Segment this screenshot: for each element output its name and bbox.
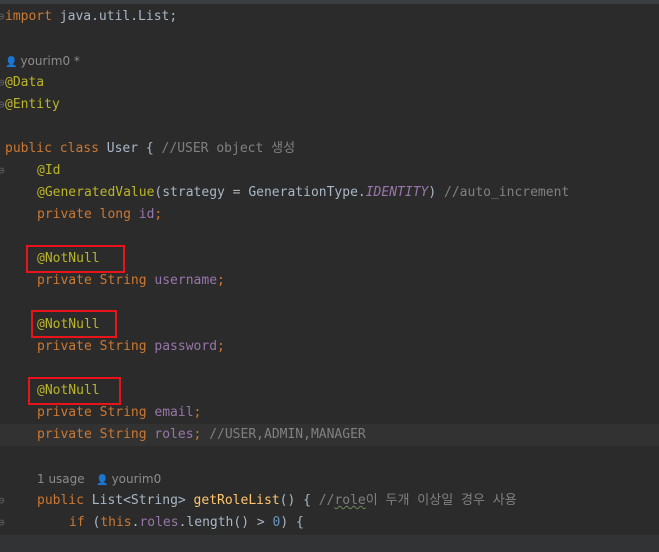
class-name: User {	[98, 141, 162, 156]
highlight-box	[26, 245, 125, 273]
field-name: id	[138, 207, 155, 222]
method-name: getRoleList	[193, 493, 280, 508]
annotation: @Id	[37, 163, 61, 178]
field-name: username	[154, 273, 218, 288]
keyword: this	[100, 515, 132, 530]
comment: //auto_increment	[444, 185, 570, 200]
code-line-entity-annotation[interactable]: ⊖ @Entity	[0, 94, 659, 116]
fold-icon[interactable]: ⊖	[0, 490, 5, 512]
author-inlay-hint[interactable]: 👤 yourim0 *	[0, 50, 659, 72]
comment-prefix: //	[318, 493, 335, 508]
semicolon: ;	[193, 405, 202, 420]
comment: 이 두개 이상일 경우 사용	[365, 493, 517, 508]
code-line-data-annotation[interactable]: ⊖ @Data	[0, 72, 659, 94]
code-line-field-password[interactable]: private String password;	[0, 336, 659, 358]
annotation-args: (strategy = GenerationType.	[154, 185, 366, 200]
comment: //USER object 생성	[161, 141, 296, 156]
comment-typo-word: role	[334, 493, 366, 508]
code-line-method-declaration[interactable]: ⊖ public List<String> getRoleList() { //…	[0, 490, 659, 512]
paren-close: ) {	[280, 515, 304, 530]
annotation: @Entity	[5, 97, 60, 112]
keyword: private long	[37, 207, 139, 222]
person-icon: 👤	[96, 475, 109, 486]
fold-icon[interactable]: ⊖	[0, 160, 5, 182]
field-name: email	[154, 405, 194, 420]
code-line-id-annotation[interactable]: ⊖ @Id	[0, 160, 659, 182]
author-label: yourim0 *	[20, 54, 80, 68]
editor-bottom-edge	[0, 535, 659, 552]
highlight-box	[31, 310, 117, 338]
fold-icon[interactable]: ⊖	[0, 512, 5, 534]
fold-icon[interactable]: ⊖	[0, 94, 5, 116]
code-line-field-roles[interactable]: private String roles; //USER,ADMIN,MANAG…	[0, 424, 659, 446]
fold-icon[interactable]: ⊖	[0, 6, 5, 28]
keyword: public	[37, 493, 92, 508]
keyword: private String	[37, 273, 155, 288]
annotation: @GeneratedValue	[37, 185, 155, 200]
code-editor[interactable]: ⊖ import java.util.List; 👤 yourim0 * ⊖ @D…	[0, 0, 659, 552]
comment: //USER,ADMIN,MANAGER	[209, 427, 366, 442]
code-line-field-username[interactable]: private String username;	[0, 270, 659, 292]
semicolon: ;	[193, 427, 202, 442]
semicolon: ;	[217, 273, 225, 288]
annotation: @Data	[5, 75, 45, 90]
code-line-class-declaration[interactable]: public class User { //USER object 생성	[0, 138, 659, 160]
return-type: List<String>	[91, 493, 194, 508]
editor-tab-strip-edge	[0, 0, 659, 4]
highlight-box	[28, 377, 121, 405]
usage-count[interactable]: 1 usage	[37, 472, 85, 486]
keyword: private String	[37, 405, 155, 420]
enum-constant: IDENTITY	[365, 185, 429, 200]
semicolon: ;	[154, 207, 163, 222]
code-line-field-email[interactable]: private String email;	[0, 402, 659, 424]
code-line-import[interactable]: ⊖ import java.util.List;	[0, 6, 659, 28]
code-line-field-id[interactable]: private long id;	[0, 204, 659, 226]
author-label[interactable]: yourim0	[112, 472, 162, 486]
semicolon: ;	[217, 339, 225, 354]
keyword: private String	[37, 339, 155, 354]
usage-inlay-hint[interactable]: 1 usage 👤 yourim0	[0, 468, 659, 490]
keyword: public class	[5, 141, 99, 156]
field-name: password	[154, 339, 218, 354]
length-call: .length() >	[178, 515, 273, 530]
annotation-args-close: )	[428, 185, 445, 200]
method-signature: () {	[279, 493, 319, 508]
person-icon: 👤	[5, 57, 18, 68]
keyword: import	[5, 9, 52, 24]
keyword: private String	[37, 427, 155, 442]
field-name: roles	[154, 427, 194, 442]
keyword: if	[69, 515, 93, 530]
fold-icon[interactable]: ⊖	[0, 72, 5, 94]
code-line-generated-value[interactable]: @GeneratedValue(strategy = GenerationTyp…	[0, 182, 659, 204]
import-path: java.util.List;	[51, 9, 178, 24]
field-reference: roles	[139, 515, 179, 530]
code-line-if-statement[interactable]: ⊖ if (this.roles.length() > 0) {	[0, 512, 659, 534]
